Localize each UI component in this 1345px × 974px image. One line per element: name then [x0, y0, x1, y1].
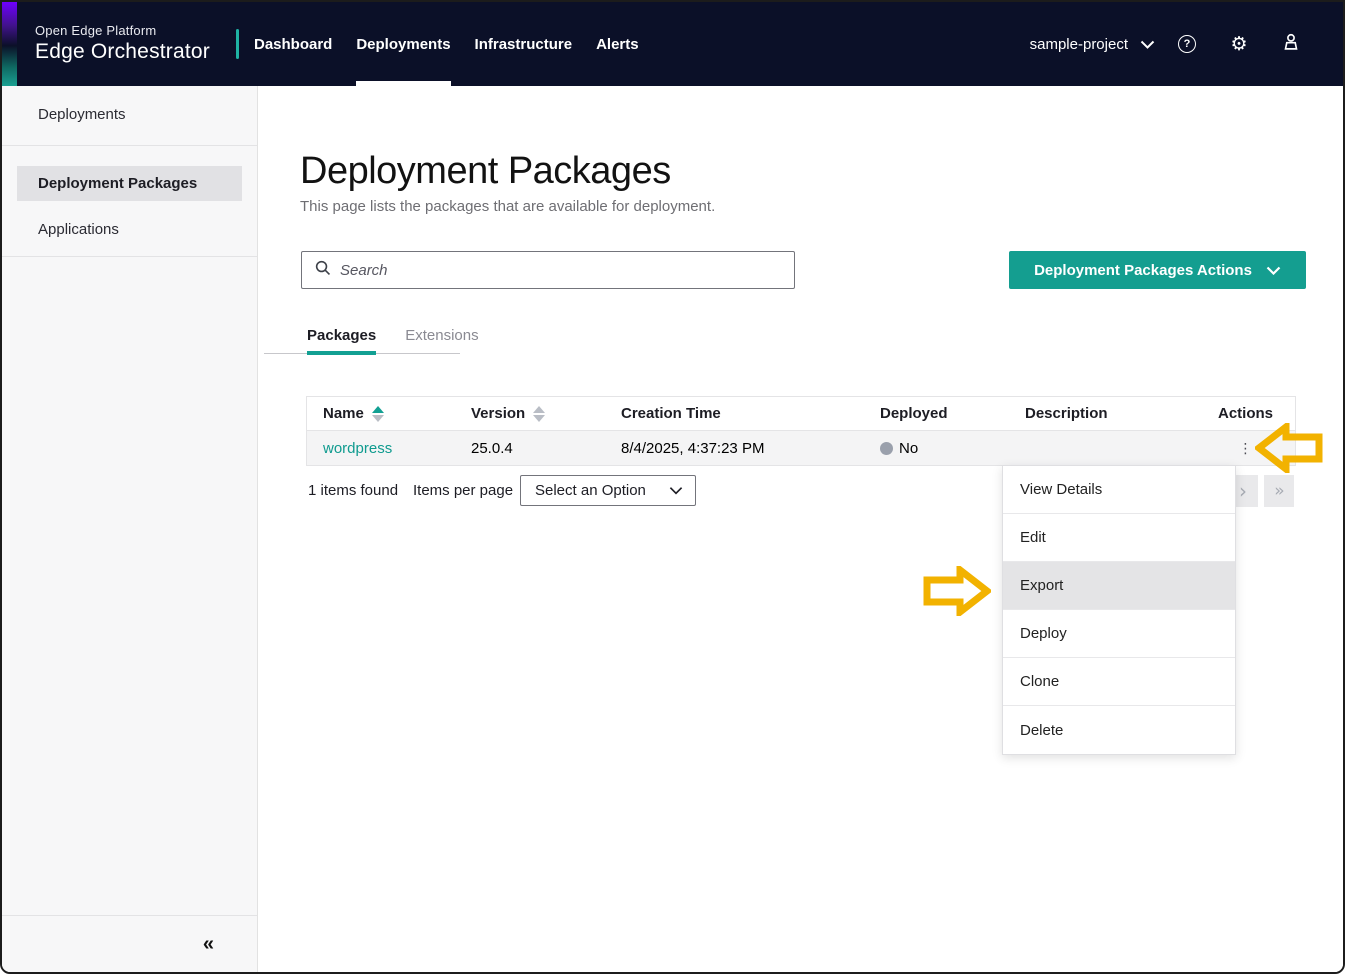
column-header-actions: Actions [1198, 405, 1293, 422]
brand-platform-name: Open Edge Platform [35, 23, 210, 39]
nav-item-dashboard[interactable]: Dashboard [242, 2, 344, 86]
sidebar: Deployments Deployment Packages Applicat… [2, 86, 258, 972]
deployment-packages-actions-button[interactable]: Deployment Packages Actions [1009, 251, 1306, 289]
user-menu-button[interactable] [1269, 31, 1313, 58]
top-header: Open Edge Platform Edge Orchestrator Das… [2, 2, 1343, 86]
package-version: 25.0.4 [455, 440, 605, 457]
select-value: Select an Option [535, 482, 646, 499]
page-title: Deployment Packages [300, 150, 671, 193]
nav-item-alerts[interactable]: Alerts [584, 2, 651, 86]
header-right: sample-project ? ⚙ [1030, 31, 1343, 58]
menu-item-view-details[interactable]: View Details [1003, 466, 1235, 514]
top-nav: Dashboard Deployments Infrastructure Ale… [242, 2, 651, 86]
menu-item-deploy[interactable]: Deploy [1003, 610, 1235, 658]
brand-product-name: Edge Orchestrator [35, 39, 210, 65]
packages-table: Name Version Creation Time Deployed Desc… [306, 396, 1296, 466]
column-header-description: Description [1009, 405, 1198, 422]
tab-strip: Packages Extensions [264, 323, 460, 354]
sort-icon-version[interactable] [533, 406, 545, 422]
page-subtitle: This page lists the packages that are av… [300, 198, 715, 215]
row-actions-ellipsis-icon[interactable]: ⋮ [1239, 441, 1253, 457]
status-dot-icon [880, 442, 893, 455]
chevron-down-icon [669, 482, 683, 499]
help-icon: ? [1178, 35, 1196, 53]
column-header-version[interactable]: Version [455, 405, 605, 422]
sidebar-collapse-icon[interactable]: « [203, 933, 214, 956]
brand-logo: Open Edge Platform Edge Orchestrator [35, 23, 210, 66]
help-button[interactable]: ? [1165, 35, 1209, 53]
column-header-name[interactable]: Name [307, 405, 455, 422]
main-content: Deployment Packages This page lists the … [259, 86, 1343, 972]
search-box [301, 251, 795, 289]
sidebar-item-deployments[interactable]: Deployments [2, 86, 257, 145]
items-found-label: 1 items found [308, 482, 398, 499]
tab-packages[interactable]: Packages [296, 323, 387, 353]
project-selector[interactable]: sample-project [1030, 36, 1155, 53]
table-row: wordpress 25.0.4 8/4/2025, 4:37:23 PM No… [307, 431, 1295, 466]
tab-extensions[interactable]: Extensions [394, 323, 489, 353]
header-divider [236, 29, 239, 59]
pagination-last-button[interactable]: » [1264, 475, 1294, 507]
menu-item-edit[interactable]: Edit [1003, 514, 1235, 562]
sidebar-item-deployment-packages[interactable]: Deployment Packages [17, 166, 242, 201]
package-name-link[interactable]: wordpress [323, 440, 392, 457]
nav-item-deployments[interactable]: Deployments [344, 2, 462, 86]
sidebar-divider [2, 145, 257, 146]
gear-icon: ⚙ [1230, 35, 1247, 54]
search-icon [314, 259, 331, 281]
brand-gradient-strip [2, 2, 17, 86]
chevron-down-icon [1266, 262, 1281, 279]
settings-button[interactable]: ⚙ [1217, 35, 1261, 54]
sort-icon-name[interactable] [372, 406, 384, 422]
deployed-status-label: No [899, 440, 918, 457]
deployed-status: No [880, 440, 1009, 457]
sidebar-divider [2, 256, 257, 257]
menu-item-clone[interactable]: Clone [1003, 658, 1235, 706]
menu-item-export[interactable]: Export [1003, 562, 1235, 610]
column-header-creation-time: Creation Time [605, 405, 864, 422]
search-input[interactable] [340, 252, 794, 288]
sidebar-item-applications[interactable]: Applications [2, 201, 257, 256]
project-name: sample-project [1030, 36, 1128, 53]
package-creation-time: 8/4/2025, 4:37:23 PM [605, 440, 864, 457]
table-header-row: Name Version Creation Time Deployed Desc… [307, 397, 1295, 431]
app-window: Open Edge Platform Edge Orchestrator Das… [0, 0, 1345, 974]
column-header-deployed: Deployed [864, 405, 1009, 422]
actions-button-label: Deployment Packages Actions [1034, 262, 1252, 279]
items-per-page-label: Items per page [413, 482, 513, 499]
nav-item-infrastructure[interactable]: Infrastructure [463, 2, 585, 86]
chevron-down-icon [1140, 36, 1155, 53]
sidebar-footer: « [2, 915, 257, 972]
user-icon [1280, 31, 1302, 58]
menu-item-delete[interactable]: Delete [1003, 706, 1235, 754]
row-actions-menu: View Details Edit Export Deploy Clone De… [1002, 465, 1236, 755]
items-per-page-select[interactable]: Select an Option [520, 475, 696, 506]
